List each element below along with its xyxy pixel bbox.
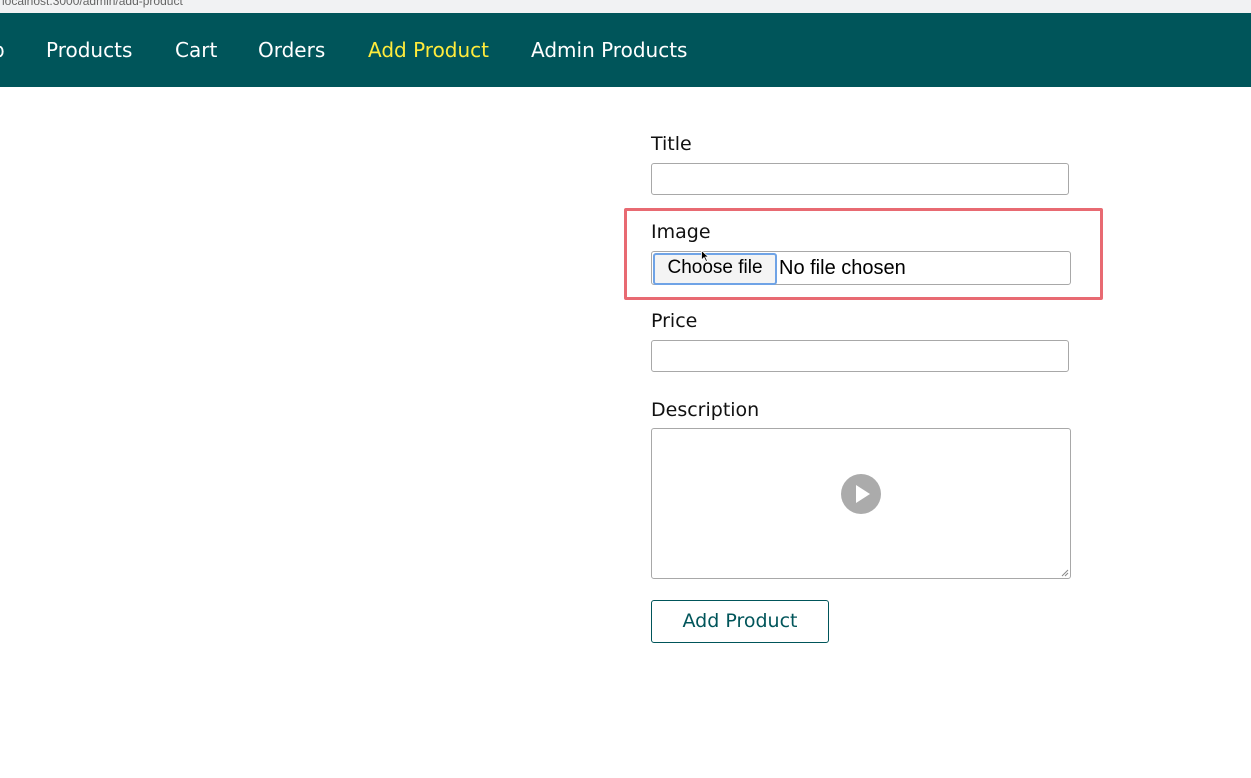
cursor-arrow-icon [701, 250, 709, 262]
nav-item-admin-products[interactable]: Admin Products [531, 37, 687, 63]
price-input[interactable] [651, 340, 1069, 372]
file-status-text: No file chosen [779, 257, 906, 279]
add-product-button[interactable]: Add Product [651, 600, 829, 643]
choose-file-button[interactable]: Choose file [653, 253, 777, 285]
main-navigation: p Products Cart Orders Add Product Admin… [0, 13, 1251, 87]
nav-item-products[interactable]: Products [46, 37, 132, 63]
price-label: Price [651, 310, 698, 332]
nav-item-add-product[interactable]: Add Product [368, 37, 489, 63]
nav-item-truncated[interactable]: p [0, 37, 5, 63]
title-input[interactable] [651, 163, 1069, 195]
browser-url-bar[interactable]: localhost:3000/admin/add-product [0, 0, 1251, 14]
nav-item-cart[interactable]: Cart [175, 37, 217, 63]
title-label: Title [651, 133, 692, 155]
image-file-input[interactable]: Choose file No file chosen [651, 251, 1071, 285]
nav-item-orders[interactable]: Orders [258, 37, 325, 63]
description-label: Description [651, 399, 760, 421]
resize-handle-icon[interactable] [1061, 569, 1069, 577]
image-label: Image [651, 221, 711, 243]
browser-url-text: localhost:3000/admin/add-product [2, 0, 183, 8]
play-icon[interactable] [841, 474, 881, 514]
